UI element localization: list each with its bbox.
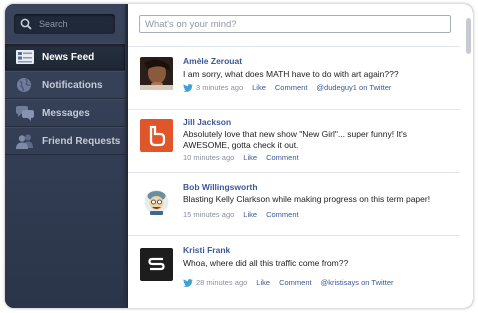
post-text: Blasting Kelly Clarkson while making pro…: [183, 194, 431, 204]
post-author[interactable]: Jill Jackson: [183, 117, 231, 127]
twitter-source-link[interactable]: @dudeguy1 on Twitter: [316, 83, 391, 92]
profile-photo-icon: [140, 57, 173, 90]
news-feed-icon: [16, 50, 34, 64]
character-avatar-icon: [140, 185, 173, 218]
feed-post: Bob Willingsworth Blasting Kelly Clarkso…: [128, 173, 460, 236]
sidebar-item-label: Friend Requests: [42, 135, 121, 147]
status-input[interactable]: [139, 15, 451, 33]
sidebar-item-news-feed[interactable]: News Feed: [5, 43, 125, 71]
comment-link[interactable]: Comment: [275, 83, 308, 92]
sidebar-nav: News Feed Notifications Messages Friend …: [5, 43, 125, 155]
post-author[interactable]: Amèle Zerouat: [183, 56, 242, 66]
messages-icon: [16, 106, 34, 121]
sidebar-item-label: Messages: [42, 107, 90, 119]
twitter-icon: [183, 278, 193, 287]
app-logo-icon: [140, 119, 173, 152]
friends-icon: [16, 134, 33, 149]
post-author[interactable]: Kristi Frank: [183, 245, 230, 255]
post-meta: 3 minutes ago Like Comment @dudeguy1 on …: [183, 82, 391, 93]
post-meta: 28 minutes ago Like Comment @kristisays …: [183, 277, 394, 288]
feed-list: Amèle Zerouat I am sorry, what does MATH…: [128, 46, 460, 298]
scrollbar[interactable]: [466, 18, 471, 54]
post-time: 10 minutes ago: [183, 153, 235, 162]
avatar[interactable]: [140, 185, 173, 218]
feed-post: Amèle Zerouat I am sorry, what does MATH…: [128, 46, 460, 110]
search-icon: [20, 18, 32, 30]
avatar[interactable]: [140, 248, 173, 281]
search-input[interactable]: [37, 18, 111, 30]
like-link[interactable]: Like: [243, 153, 257, 162]
like-link[interactable]: Like: [252, 83, 266, 92]
post-author[interactable]: Bob Willingsworth: [183, 182, 258, 192]
avatar[interactable]: [140, 57, 173, 90]
post-time: 15 minutes ago: [183, 210, 235, 219]
comment-link[interactable]: Comment: [266, 153, 299, 162]
globe-icon: [17, 78, 31, 92]
feed-post: Kristi Frank Whoa, where did all this tr…: [128, 236, 460, 298]
comment-link[interactable]: Comment: [266, 210, 299, 219]
sidebar-item-label: News Feed: [42, 51, 95, 63]
post-text: I am sorry, what does MATH have to do wi…: [183, 69, 399, 79]
search-box[interactable]: [14, 14, 115, 34]
sidebar-item-messages[interactable]: Messages: [5, 99, 125, 127]
sidebar-item-friend-requests[interactable]: Friend Requests: [5, 127, 125, 155]
s-logo-icon: [140, 248, 173, 281]
post-time: 28 minutes ago: [196, 278, 248, 287]
news-feed-panel: Amèle Zerouat I am sorry, what does MATH…: [128, 4, 473, 308]
like-link[interactable]: Like: [243, 210, 257, 219]
sidebar: News Feed Notifications Messages: [5, 4, 125, 308]
sidebar-item-notifications[interactable]: Notifications: [5, 71, 125, 99]
twitter-icon: [183, 83, 193, 92]
twitter-source-link[interactable]: @kristisays on Twitter: [321, 278, 394, 287]
sidebar-item-label: Notifications: [42, 79, 103, 91]
post-text: Whoa, where did all this traffic come fr…: [183, 258, 349, 268]
avatar[interactable]: [140, 119, 173, 152]
post-text: Absolutely love that new show "New Girl"…: [183, 129, 408, 150]
feed-post: Jill Jackson Absolutely love that new sh…: [128, 110, 460, 173]
app-window: News Feed Notifications Messages: [5, 4, 473, 308]
post-meta: 15 minutes ago Like Comment: [183, 209, 299, 220]
like-link[interactable]: Like: [256, 278, 270, 287]
post-time: 3 minutes ago: [196, 83, 244, 92]
comment-link[interactable]: Comment: [279, 278, 312, 287]
post-meta: 10 minutes ago Like Comment: [183, 152, 299, 163]
